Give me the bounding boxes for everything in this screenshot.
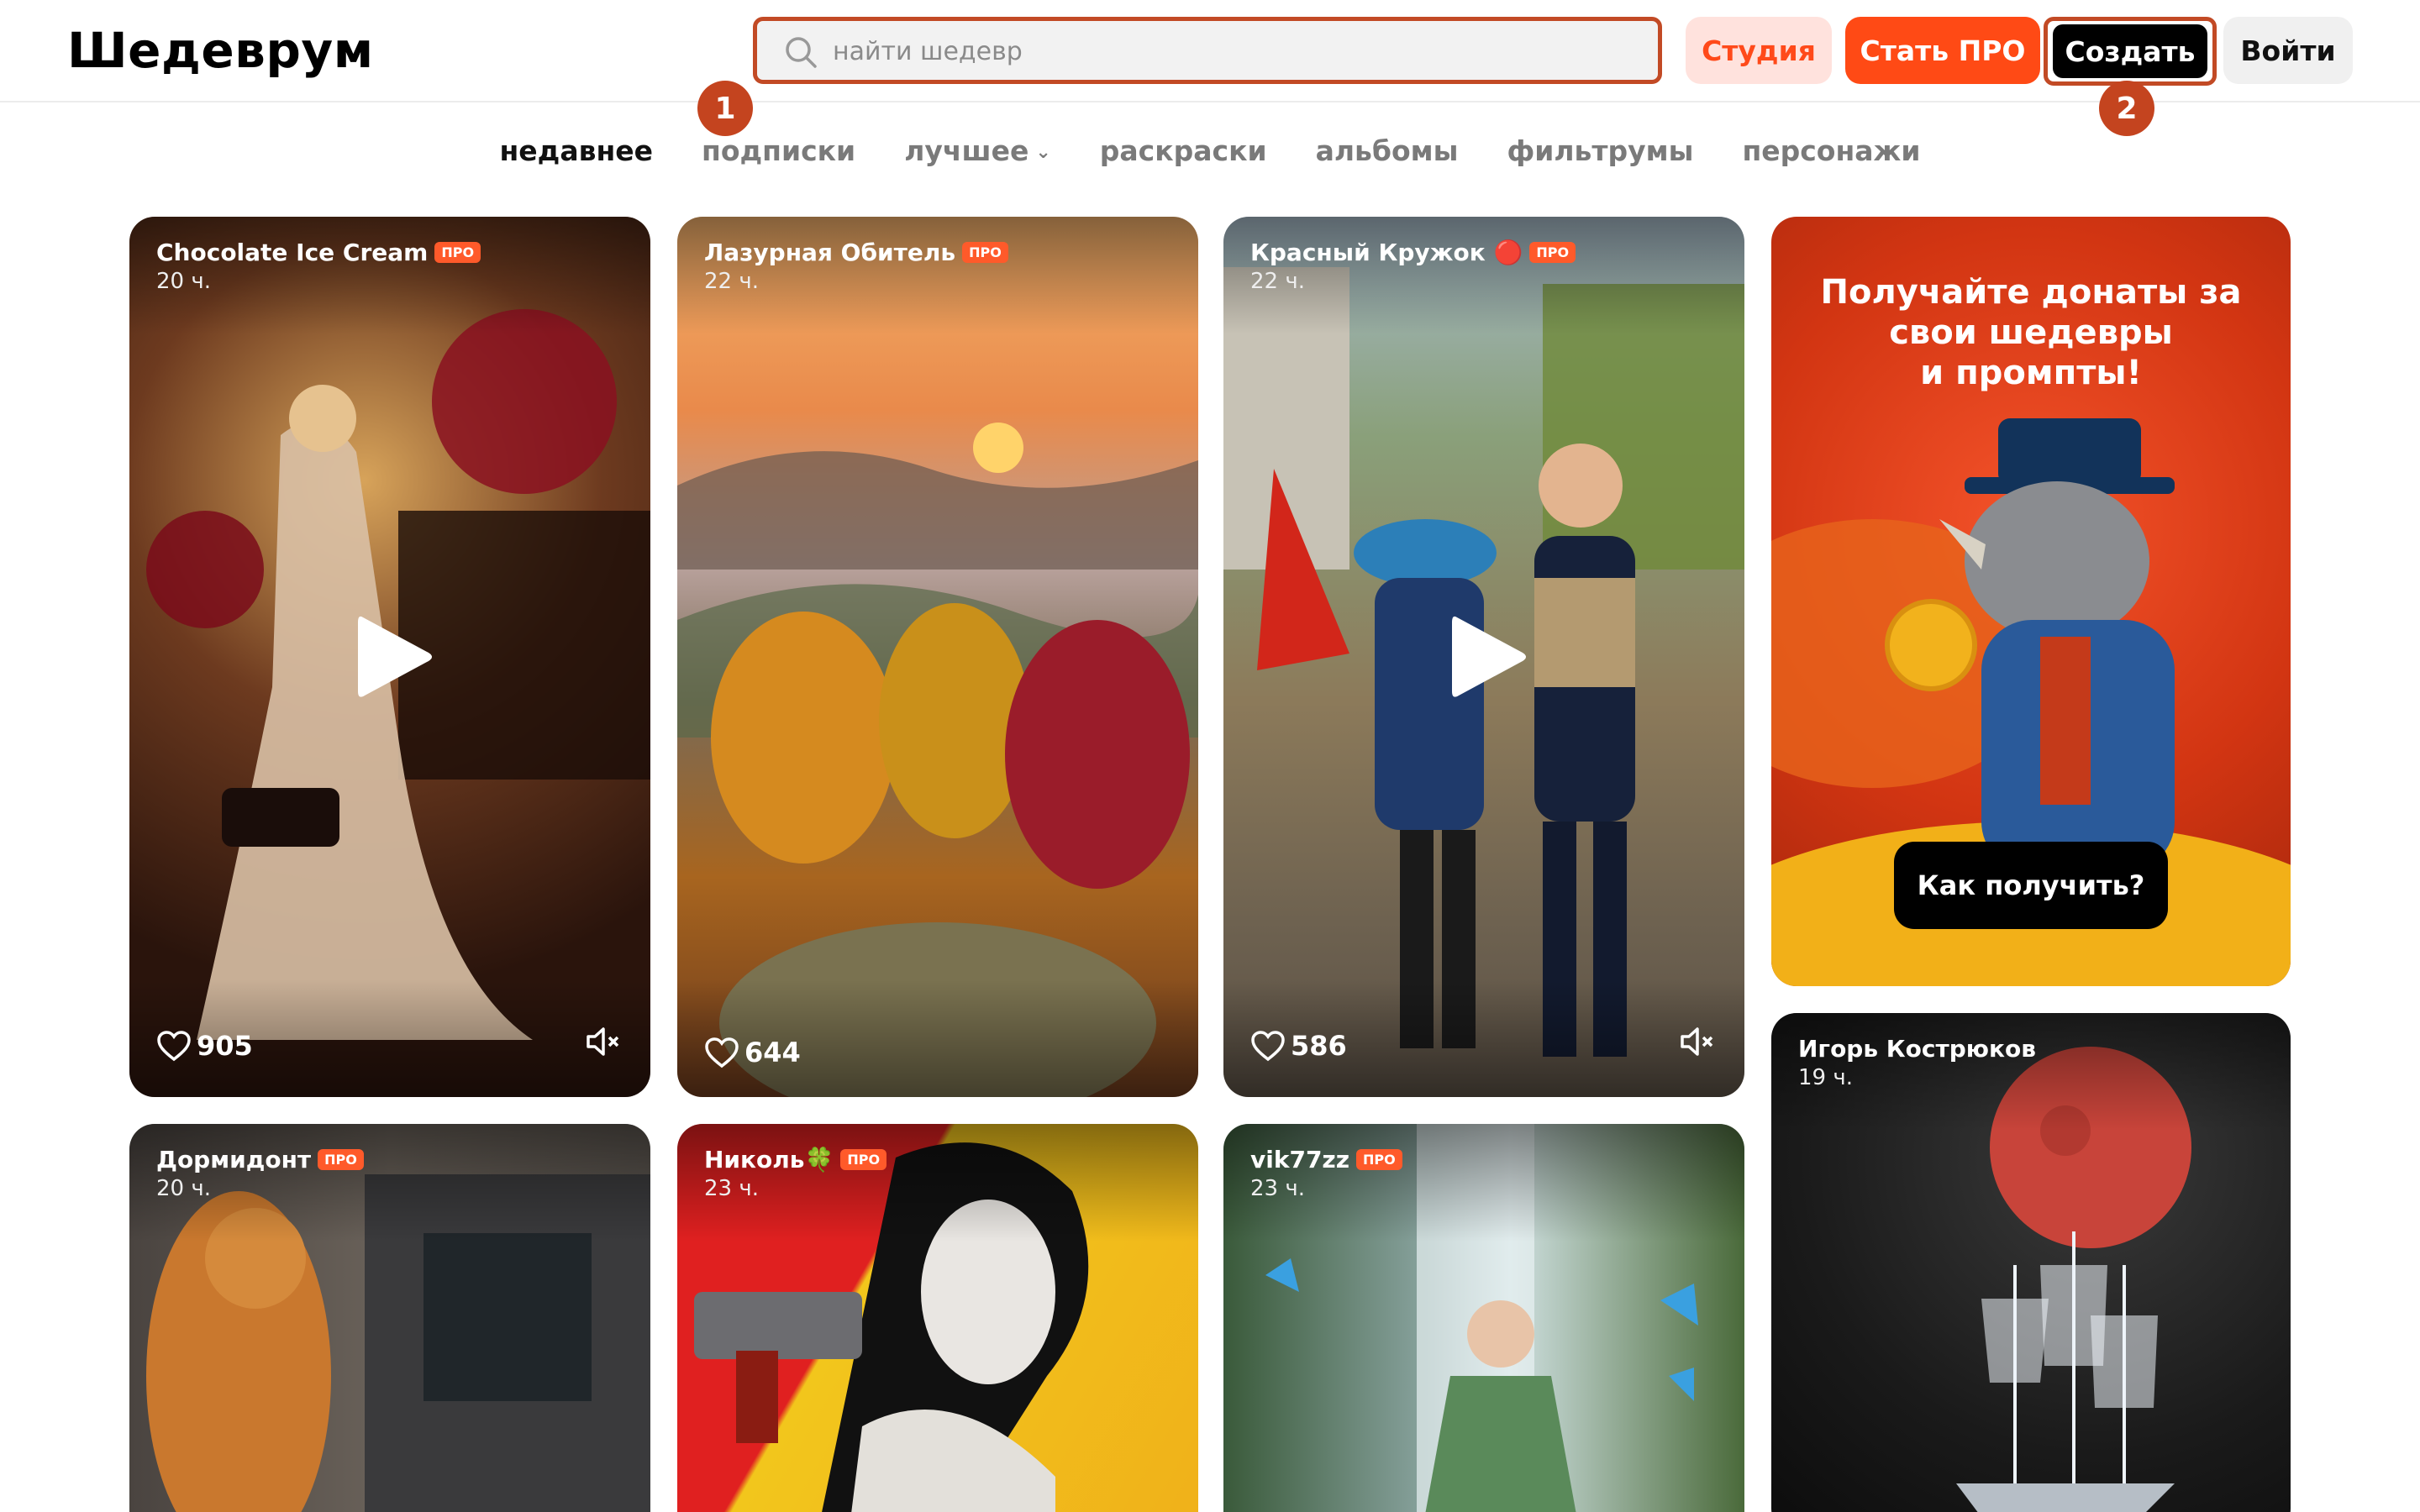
search-input[interactable] <box>833 33 1631 70</box>
play-icon[interactable] <box>1449 611 1529 703</box>
create-button-highlight: Создать <box>2044 17 2217 86</box>
tab-albums[interactable]: альбомы <box>1316 134 1459 185</box>
card-time: 22 ч. <box>1250 269 1305 294</box>
artwork-card[interactable]: Chocolate Ice Cream ПРО 20 ч. 905 <box>129 217 650 1097</box>
tab-best[interactable]: лучшее ⌄ <box>904 134 1051 185</box>
donations-promo-banner[interactable]: Получайте донаты за свои шедевры и промп… <box>1771 217 2291 986</box>
like-button[interactable]: 644 <box>704 1037 801 1068</box>
chevron-down-icon: ⌄ <box>1035 142 1051 163</box>
promo-headline-line-2: свои шедевры <box>1889 313 2173 352</box>
card-author[interactable]: Красный Кружок 🔴 ПРО <box>1250 239 1576 266</box>
card-author[interactable]: Дормидонт ПРО <box>156 1146 364 1173</box>
tab-characters[interactable]: персонажи <box>1742 134 1920 185</box>
tab-coloring[interactable]: раскраски <box>1100 134 1267 185</box>
card-author-name: Игорь Кострюков <box>1798 1035 2036 1063</box>
mute-icon[interactable] <box>583 1021 623 1062</box>
card-time: 20 ч. <box>156 269 211 294</box>
top-bar: Шедеврум Студия Стать ПРО Создать Войти <box>0 0 2420 102</box>
search-box[interactable] <box>753 17 1662 84</box>
pro-badge: ПРО <box>318 1149 364 1170</box>
card-author[interactable]: vik77zz ПРО <box>1250 1146 1402 1173</box>
artwork-card[interactable]: vik77zz ПРО 23 ч. <box>1223 1124 1744 1512</box>
card-author-name: Николь🍀 <box>704 1146 834 1173</box>
heart-icon <box>1251 1031 1285 1062</box>
card-time: 20 ч. <box>156 1176 211 1201</box>
pro-badge: ПРО <box>434 242 481 263</box>
pro-badge: ПРО <box>1356 1149 1402 1170</box>
tab-best-label: лучшее <box>904 134 1029 167</box>
tab-recent[interactable]: недавнее <box>499 134 653 185</box>
search-icon <box>786 37 817 68</box>
artwork-card[interactable]: Николь🍀 ПРО 23 ч. <box>677 1124 1198 1512</box>
card-author-name: vik77zz <box>1250 1146 1350 1173</box>
card-author-name: Chocolate Ice Cream <box>156 239 429 266</box>
like-count: 644 <box>744 1037 801 1068</box>
annotation-marker-2: 2 <box>2099 81 2154 136</box>
like-count: 905 <box>197 1030 253 1062</box>
pro-badge: ПРО <box>962 242 1008 263</box>
card-author-name: Лазурная Обитель <box>704 239 956 266</box>
artwork-image <box>677 423 1198 1097</box>
how-to-get-button[interactable]: Как получить? <box>1894 842 2168 929</box>
promo-headline-line-1: Получайте донаты за <box>1820 273 2242 312</box>
artwork-card[interactable]: Красный Кружок 🔴 ПРО 22 ч. 586 <box>1223 217 1744 1097</box>
play-icon[interactable] <box>355 611 435 703</box>
card-author[interactable]: Николь🍀 ПРО <box>704 1146 887 1173</box>
mute-icon[interactable] <box>1677 1021 1718 1062</box>
feed-tabs: недавнее подписки лучшее ⌄ раскраски альб… <box>0 134 2420 185</box>
create-button[interactable]: Создать <box>2053 24 2207 78</box>
card-author[interactable]: Игорь Кострюков <box>1798 1035 2036 1063</box>
tab-subscriptions[interactable]: подписки <box>702 134 855 185</box>
artwork-card[interactable]: Игорь Кострюков 19 ч. <box>1771 1013 2291 1512</box>
tab-filters[interactable]: фильтрумы <box>1507 134 1693 185</box>
annotation-marker-1: 1 <box>697 81 753 136</box>
artwork-card[interactable]: Лазурная Обитель ПРО 22 ч. 644 <box>677 217 1198 1097</box>
like-button[interactable]: 905 <box>156 1030 253 1062</box>
like-count: 586 <box>1291 1030 1347 1062</box>
site-logo[interactable]: Шедеврум <box>67 22 374 79</box>
pro-badge: ПРО <box>840 1149 887 1170</box>
card-time: 23 ч. <box>1250 1176 1305 1201</box>
heart-icon <box>157 1031 191 1062</box>
card-author[interactable]: Лазурная Обитель ПРО <box>704 239 1008 266</box>
studio-button[interactable]: Студия <box>1686 17 1832 84</box>
card-time: 22 ч. <box>704 269 759 294</box>
artwork-card[interactable]: Дормидонт ПРО 20 ч. <box>129 1124 650 1512</box>
pro-badge: ПРО <box>1529 242 1576 263</box>
like-button[interactable]: 586 <box>1250 1030 1347 1062</box>
heart-icon <box>705 1037 739 1068</box>
login-button[interactable]: Войти <box>2223 17 2353 84</box>
promo-headline-line-3: и промпты! <box>1920 354 2142 392</box>
card-author-name: Красный Кружок 🔴 <box>1250 239 1523 266</box>
card-author-name: Дормидонт <box>156 1146 312 1173</box>
card-time: 23 ч. <box>704 1176 759 1201</box>
promo-headline: Получайте донаты за свои шедевры и промп… <box>1771 272 2291 393</box>
card-author[interactable]: Chocolate Ice Cream ПРО <box>156 239 481 266</box>
card-time: 19 ч. <box>1798 1065 1853 1090</box>
become-pro-button[interactable]: Стать ПРО <box>1845 17 2040 84</box>
